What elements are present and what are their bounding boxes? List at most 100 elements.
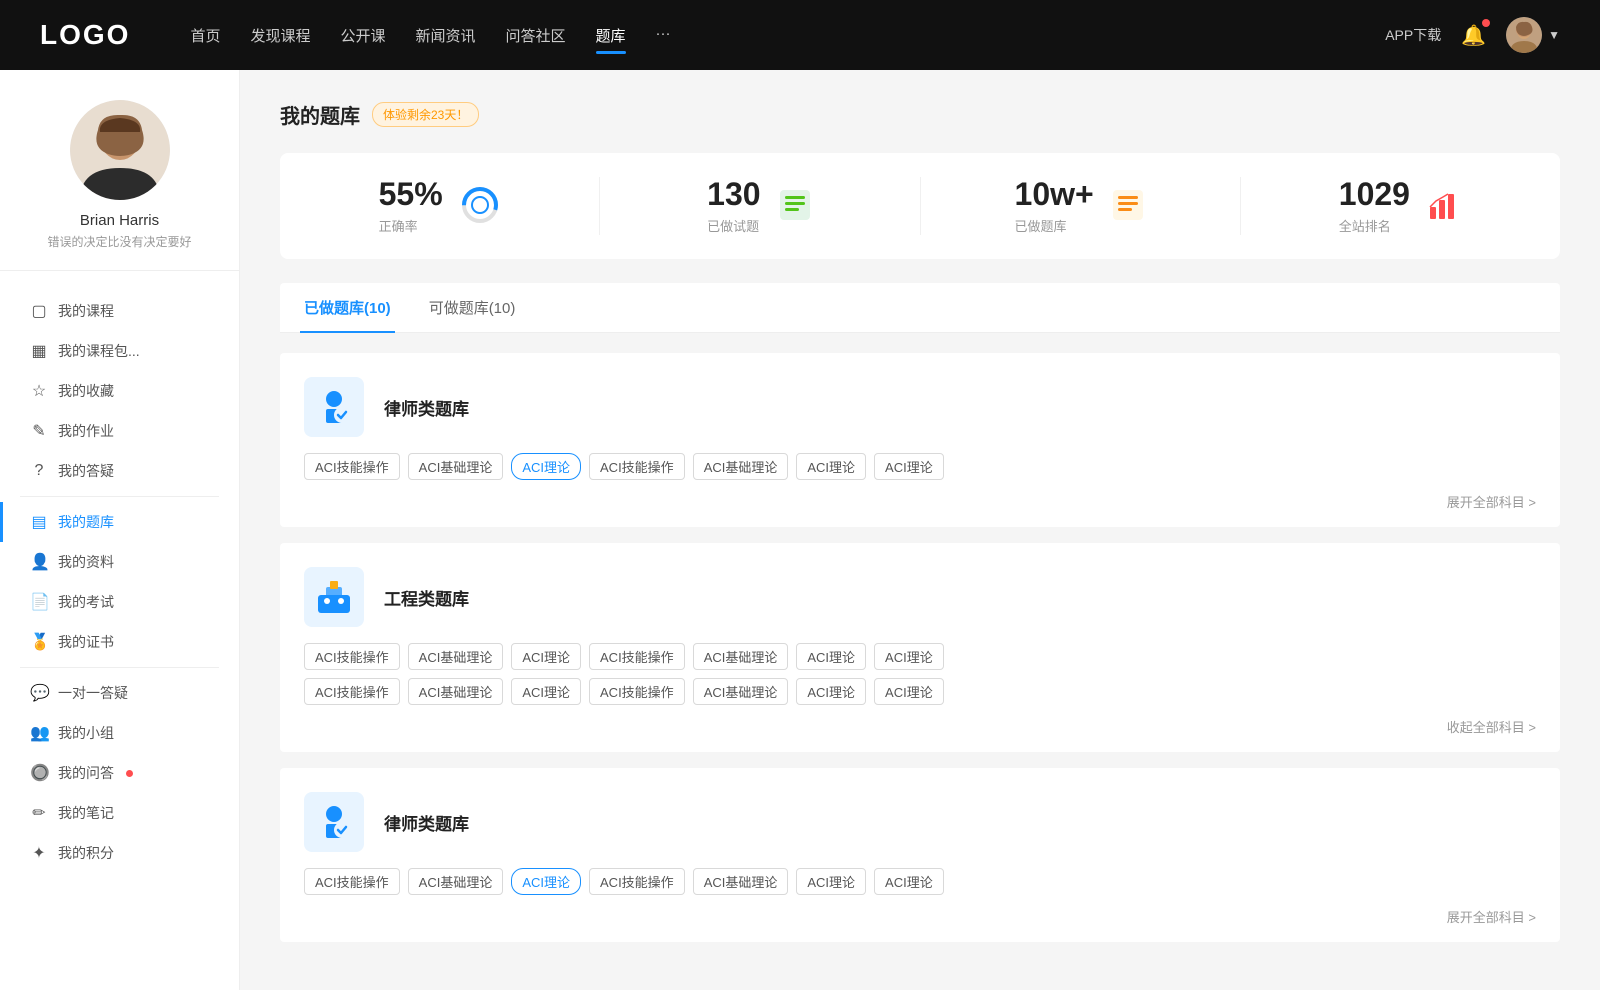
header-right: APP下载 🔔 ▼ xyxy=(1385,17,1560,53)
my-qa-icon: 🔘 xyxy=(30,763,48,783)
qbank-icon-engineer-1 xyxy=(304,567,364,627)
sidebar-item-my-qa[interactable]: 🔘 我的问答 xyxy=(0,753,239,793)
tab-available-banks[interactable]: 可做题库(10) xyxy=(425,283,520,332)
done-bank-label: 已做题库 xyxy=(1015,216,1094,235)
sidebar-item-certificate[interactable]: 🏅 我的证书 xyxy=(0,622,239,662)
tags-row-1a: ACI技能操作 ACI基础理论 ACI理论 ACI技能操作 ACI基础理论 AC… xyxy=(304,643,1536,670)
sidebar-item-homework[interactable]: ✎ 我的作业 xyxy=(0,411,239,451)
stat-done-banks: 10w+ 已做题库 xyxy=(921,177,1241,235)
ranking-label: 全站排名 xyxy=(1339,216,1410,235)
avatar xyxy=(1506,17,1542,53)
sidebar-item-group[interactable]: 👥 我的小组 xyxy=(0,713,239,753)
tag-0-4[interactable]: ACI基础理论 xyxy=(693,453,789,480)
expand-link-1[interactable]: 收起全部科目 > xyxy=(304,713,1536,736)
tags-row-2: ACI技能操作 ACI基础理论 ACI理论 ACI技能操作 ACI基础理论 AC… xyxy=(304,868,1536,895)
tag-1-10[interactable]: ACI技能操作 xyxy=(589,678,685,705)
accuracy-label: 正确率 xyxy=(379,216,443,235)
tabs-row: 已做题库(10) 可做题库(10) xyxy=(280,283,1560,333)
user-avatar-area[interactable]: ▼ xyxy=(1506,17,1560,53)
done-q-value: 130 xyxy=(707,177,760,212)
tag-2-1[interactable]: ACI基础理论 xyxy=(408,868,504,895)
tag-1-1[interactable]: ACI基础理论 xyxy=(408,643,504,670)
nav-qa[interactable]: 问答社区 xyxy=(506,21,566,50)
tag-1-11[interactable]: ACI基础理论 xyxy=(693,678,789,705)
tag-0-2[interactable]: ACI理论 xyxy=(511,453,581,480)
tag-1-3[interactable]: ACI技能操作 xyxy=(589,643,685,670)
tags-row-1b: ACI技能操作 ACI基础理论 ACI理论 ACI技能操作 ACI基础理论 AC… xyxy=(304,678,1536,705)
tag-1-0[interactable]: ACI技能操作 xyxy=(304,643,400,670)
expand-link-0[interactable]: 展开全部科目 > xyxy=(304,488,1536,511)
chevron-down-icon: ▼ xyxy=(1548,28,1560,42)
chat-icon: 💬 xyxy=(30,683,48,703)
notification-badge xyxy=(1482,19,1490,27)
sidebar-item-exam[interactable]: 📄 我的考试 xyxy=(0,582,239,622)
tag-1-5[interactable]: ACI理论 xyxy=(796,643,866,670)
sidebar-item-qa[interactable]: ? 我的答疑 xyxy=(0,451,239,491)
tag-0-3[interactable]: ACI技能操作 xyxy=(589,453,685,480)
tag-0-0[interactable]: ACI技能操作 xyxy=(304,453,400,480)
divider-2 xyxy=(20,667,219,668)
tag-1-6[interactable]: ACI理论 xyxy=(874,643,944,670)
app-download-btn[interactable]: APP下载 xyxy=(1385,25,1441,45)
tag-2-6[interactable]: ACI理论 xyxy=(874,868,944,895)
ranking-value: 1029 xyxy=(1339,177,1410,212)
tag-1-4[interactable]: ACI基础理论 xyxy=(693,643,789,670)
expand-link-2[interactable]: 展开全部科目 > xyxy=(304,903,1536,926)
main-nav: 首页 发现课程 公开课 新闻资讯 问答社区 题库 ··· xyxy=(190,21,1385,50)
stat-done-questions: 130 已做试题 xyxy=(600,177,920,235)
tag-2-2[interactable]: ACI理论 xyxy=(511,868,581,895)
sidebar-item-notes[interactable]: ✏ 我的笔记 xyxy=(0,793,239,833)
cert-icon: 🏅 xyxy=(30,632,48,652)
sidebar-item-my-course[interactable]: ▢ 我的课程 xyxy=(0,291,239,331)
stat-accuracy: 55% 正确率 xyxy=(280,177,600,235)
qbank-card-2: 律师类题库 ACI技能操作 ACI基础理论 ACI理论 ACI技能操作 ACI基… xyxy=(280,768,1560,942)
tag-2-3[interactable]: ACI技能操作 xyxy=(589,868,685,895)
nav-more[interactable]: ··· xyxy=(656,21,671,50)
stat-ranking: 1029 全站排名 xyxy=(1241,177,1560,235)
tag-2-5[interactable]: ACI理论 xyxy=(796,868,866,895)
tag-1-12[interactable]: ACI理论 xyxy=(796,678,866,705)
qa-red-dot xyxy=(126,770,133,777)
notes-icon: ✏ xyxy=(30,803,48,823)
profile-icon: 👤 xyxy=(30,552,48,572)
qbank-icon-lawyer-2 xyxy=(304,792,364,852)
divider-1 xyxy=(20,496,219,497)
course-icon: ▢ xyxy=(30,301,48,321)
tag-1-9[interactable]: ACI理论 xyxy=(511,678,581,705)
sidebar: Brian Harris 错误的决定比没有决定要好 ▢ 我的课程 ▦ 我的课程包… xyxy=(0,70,240,990)
page-title-row: 我的题库 体验剩余23天！ xyxy=(280,100,1560,129)
qbank-title-2: 律师类题库 xyxy=(384,810,469,835)
tag-1-13[interactable]: ACI理论 xyxy=(874,678,944,705)
qbank-icon-lawyer-0 xyxy=(304,377,364,437)
header: LOGO 首页 发现课程 公开课 新闻资讯 问答社区 题库 ··· APP下载 … xyxy=(0,0,1600,70)
sidebar-item-collection[interactable]: ☆ 我的收藏 xyxy=(0,371,239,411)
notification-bell[interactable]: 🔔 xyxy=(1461,23,1486,48)
nav-discover[interactable]: 发现课程 xyxy=(250,21,310,50)
tag-0-5[interactable]: ACI理论 xyxy=(796,453,866,480)
tag-2-4[interactable]: ACI基础理论 xyxy=(693,868,789,895)
sidebar-item-course-package[interactable]: ▦ 我的课程包... xyxy=(0,331,239,371)
tag-0-6[interactable]: ACI理论 xyxy=(874,453,944,480)
tags-row-0: ACI技能操作 ACI基础理论 ACI理论 ACI技能操作 ACI基础理论 AC… xyxy=(304,453,1536,480)
qbank-title-1: 工程类题库 xyxy=(384,585,469,610)
tag-2-0[interactable]: ACI技能操作 xyxy=(304,868,400,895)
qbank-card-1: 工程类题库 ACI技能操作 ACI基础理论 ACI理论 ACI技能操作 ACI基… xyxy=(280,543,1560,752)
nav-news[interactable]: 新闻资讯 xyxy=(416,21,476,50)
nav-qbank[interactable]: 题库 xyxy=(596,21,626,50)
logo: LOGO xyxy=(40,19,130,51)
sidebar-item-profile[interactable]: 👤 我的资料 xyxy=(0,542,239,582)
tag-0-1[interactable]: ACI基础理论 xyxy=(408,453,504,480)
nav-open-course[interactable]: 公开课 xyxy=(340,21,385,50)
sidebar-item-one-on-one[interactable]: 💬 一对一答疑 xyxy=(0,673,239,713)
sidebar-item-points[interactable]: ✦ 我的积分 xyxy=(0,833,239,873)
sidebar-item-qbank[interactable]: ▤ 我的题库 xyxy=(0,502,239,542)
tag-1-7[interactable]: ACI技能操作 xyxy=(304,678,400,705)
accuracy-icon xyxy=(459,184,501,229)
qa-icon: ? xyxy=(30,462,48,480)
star-icon: ☆ xyxy=(30,381,48,401)
tag-1-8[interactable]: ACI基础理论 xyxy=(408,678,504,705)
exam-icon: 📄 xyxy=(30,592,48,612)
tab-done-banks[interactable]: 已做题库(10) xyxy=(300,283,395,332)
nav-home[interactable]: 首页 xyxy=(190,21,220,50)
tag-1-2[interactable]: ACI理论 xyxy=(511,643,581,670)
